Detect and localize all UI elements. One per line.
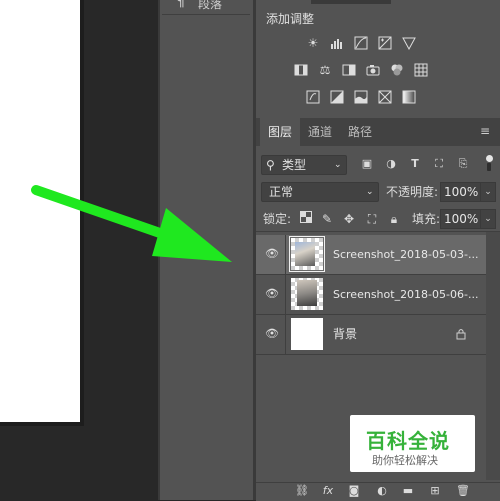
watermark-logo: 百科全说 助你轻松解决 <box>350 415 475 472</box>
watermark-subtitle: 助你轻松解决 <box>372 454 438 467</box>
watermark-title: 百科全说 <box>366 429 450 453</box>
